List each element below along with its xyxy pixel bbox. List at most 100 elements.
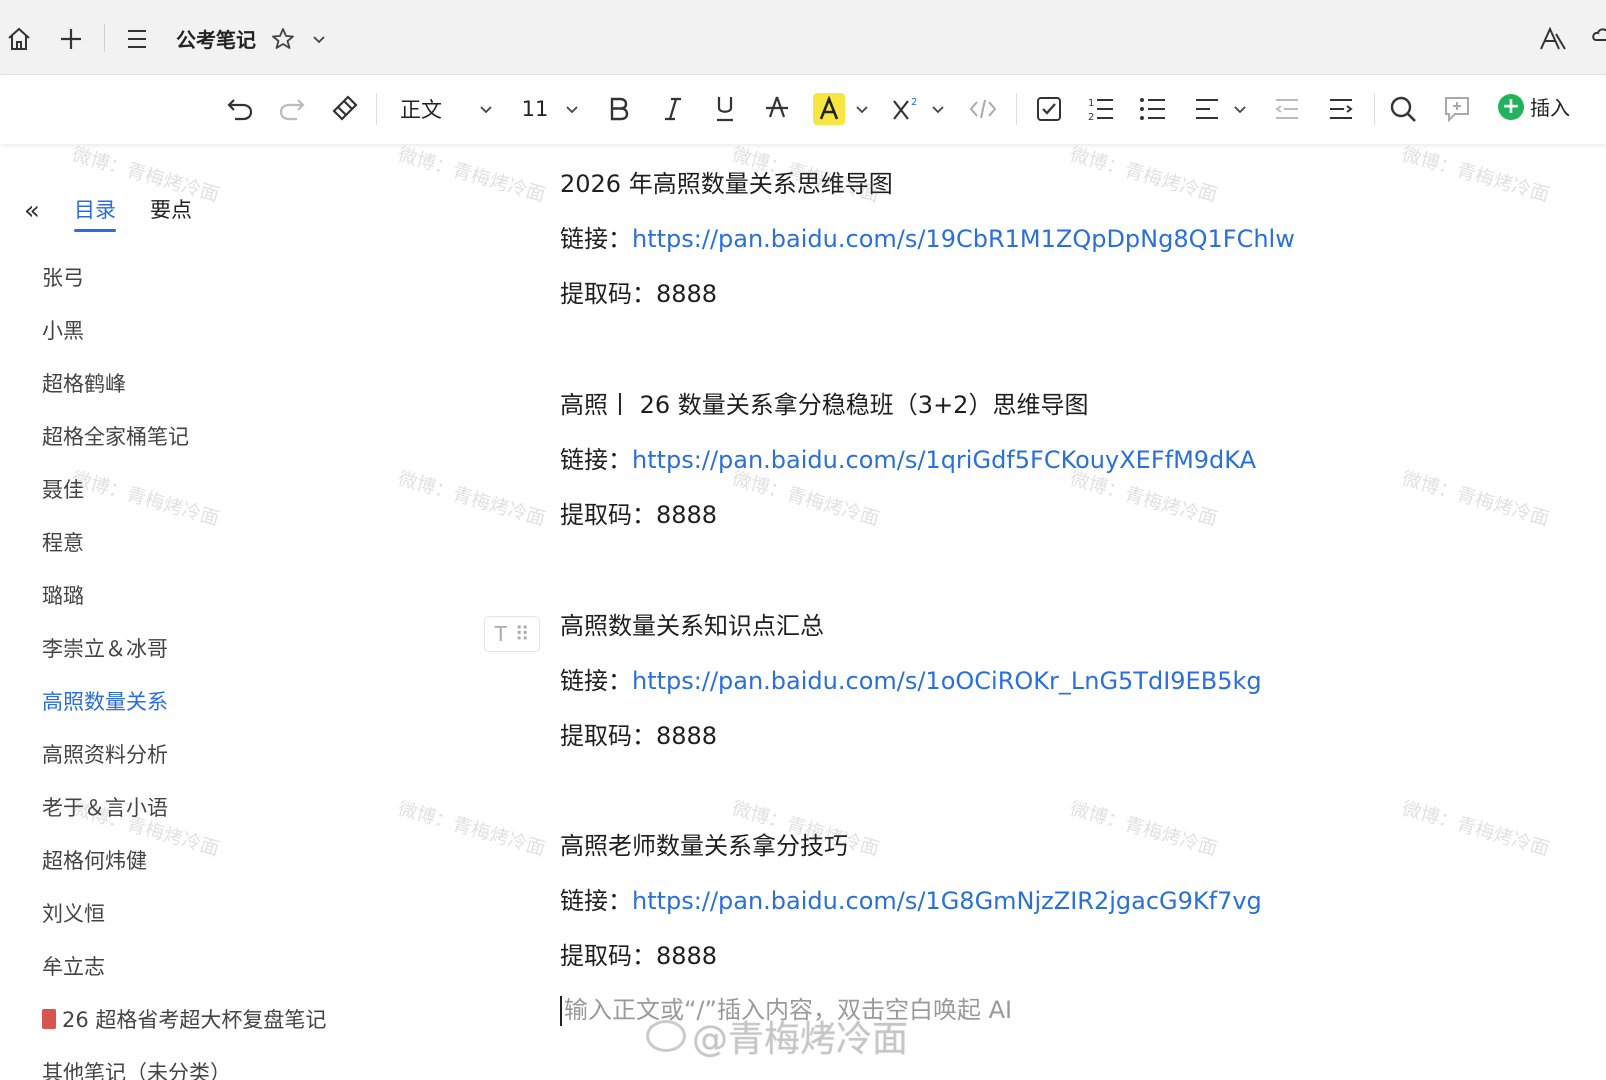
collapse-sidebar-icon[interactable]: « — [24, 196, 40, 226]
code-icon[interactable] — [968, 89, 998, 129]
body-input-placeholder[interactable]: 输入正文或“/”插入内容，双击空白唤起 AI — [560, 990, 1012, 1026]
code-line[interactable]: 提取码：8888 — [560, 936, 717, 971]
link-label: 链接： — [560, 667, 632, 695]
divider — [1374, 93, 1375, 125]
link-line[interactable]: 链接：https://pan.baidu.com/s/19CbR1M1ZQpDp… — [560, 219, 1295, 254]
redo-icon[interactable] — [276, 89, 308, 129]
chevron-down-icon[interactable] — [302, 22, 336, 56]
chevron-down-icon[interactable] — [928, 89, 948, 129]
section-heading[interactable]: 高照老师数量关系拿分技巧 — [560, 826, 848, 861]
link-line[interactable]: 链接：https://pan.baidu.com/s/1qriGdf5FCKou… — [560, 440, 1256, 475]
toc-item[interactable]: 牟立志 — [42, 939, 326, 992]
divider — [376, 93, 377, 125]
link-line[interactable]: 链接：https://pan.baidu.com/s/1G8GmNjzZIR2j… — [560, 881, 1262, 916]
watermark: 微博：青梅烤冷面 — [1399, 467, 1552, 531]
insert-button[interactable]: + 插入 — [1498, 92, 1570, 121]
chevron-down-icon[interactable] — [562, 89, 582, 129]
toc-item[interactable]: 李崇立＆冰哥 — [42, 621, 326, 674]
section-heading[interactable]: 高照数量关系知识点汇总 — [560, 606, 824, 641]
checkbox-list-icon[interactable] — [1034, 89, 1064, 129]
chevron-down-icon[interactable] — [476, 89, 496, 129]
numbered-list-icon[interactable]: 12 — [1086, 89, 1116, 129]
share-link[interactable]: https://pan.baidu.com/s/1oOCiROKr_LnG5Td… — [632, 667, 1262, 695]
share-link[interactable]: https://pan.baidu.com/s/1qriGdf5FCKouyXE… — [632, 446, 1256, 474]
outdent-icon[interactable] — [1272, 89, 1302, 129]
underline-icon[interactable] — [710, 89, 740, 129]
star-icon[interactable] — [266, 22, 300, 56]
toc-item[interactable]: 璐璐 — [42, 568, 326, 621]
bullet-list-icon[interactable] — [1138, 89, 1168, 129]
strikethrough-icon[interactable] — [762, 89, 792, 129]
menu-icon[interactable] — [120, 22, 154, 56]
extract-code: 8888 — [656, 942, 718, 970]
cloud-sync-icon[interactable] — [1584, 22, 1606, 56]
document-title[interactable]: 公考笔记 — [176, 24, 256, 53]
translate-icon[interactable] — [1536, 22, 1570, 56]
plus-icon: + — [1498, 93, 1524, 120]
extract-code: 8888 — [656, 280, 718, 308]
share-link[interactable]: https://pan.baidu.com/s/19CbR1M1ZQpDpNg8… — [632, 225, 1295, 253]
toc-item-label: 26 超格省考超大杯复盘笔记 — [62, 1007, 327, 1032]
toc-item[interactable]: 刘义恒 — [42, 886, 326, 939]
toc-item[interactable]: 超格何炜健 — [42, 833, 326, 886]
toc-item[interactable]: 小黑 — [42, 303, 326, 356]
toc-item[interactable]: 老于＆言小语 — [42, 780, 326, 833]
block-handle[interactable]: T ⠿ — [484, 616, 540, 652]
tab-key-points[interactable]: 要点 — [150, 194, 192, 224]
watermark: 微博：青梅烤冷面 — [1399, 143, 1552, 207]
toc-item[interactable]: 超格鹤峰 — [42, 356, 326, 409]
toc-item[interactable]: 26 超格省考超大杯复盘笔记 — [42, 992, 326, 1045]
divider — [104, 24, 105, 52]
text-caret — [560, 996, 562, 1026]
paragraph-style-select[interactable]: 正文 — [398, 89, 444, 129]
link-label: 链接： — [560, 887, 632, 915]
chevron-down-icon[interactable] — [1230, 89, 1250, 129]
code-label: 提取码： — [560, 280, 656, 308]
toc-item-active[interactable]: 高照数量关系 — [42, 674, 326, 727]
format-painter-icon[interactable] — [328, 89, 360, 129]
insert-label: 插入 — [1530, 96, 1570, 120]
toc-item[interactable]: 其他笔记（未分类） — [42, 1045, 326, 1080]
share-link[interactable]: https://pan.baidu.com/s/1G8GmNjzZIR2jgac… — [632, 887, 1262, 915]
new-tab-icon[interactable] — [54, 22, 88, 56]
search-icon[interactable] — [1388, 89, 1418, 129]
watermark: 微博：青梅烤冷面 — [1067, 143, 1220, 207]
drag-handle-icon[interactable]: ⠿ — [515, 622, 530, 646]
section-heading[interactable]: 高照丨 26 数量关系拿分稳稳班（3+2）思维导图 — [560, 385, 1088, 420]
section-heading[interactable]: 2026 年高照数量关系思维导图 — [560, 164, 893, 199]
align-icon[interactable] — [1192, 89, 1222, 129]
link-line[interactable]: 链接：https://pan.baidu.com/s/1oOCiROKr_LnG… — [560, 661, 1262, 696]
highlight-color-icon[interactable] — [812, 89, 846, 129]
toc-item[interactable]: 高照资料分析 — [42, 727, 326, 780]
font-size-select[interactable]: 11 — [522, 89, 549, 129]
chevron-down-icon[interactable] — [852, 89, 872, 129]
comment-icon[interactable] — [1442, 89, 1472, 129]
superscript-icon[interactable]: 2 — [890, 89, 922, 129]
toc-item[interactable]: 聂佳 — [42, 462, 326, 515]
red-book-icon — [42, 1008, 56, 1029]
bold-icon[interactable] — [604, 89, 634, 129]
code-line[interactable]: 提取码：8888 — [560, 716, 717, 751]
toc-item[interactable]: 张弓 — [42, 250, 326, 303]
undo-icon[interactable] — [224, 89, 256, 129]
tab-toc[interactable]: 目录 — [74, 194, 116, 232]
link-label: 链接： — [560, 446, 632, 474]
code-line[interactable]: 提取码：8888 — [560, 274, 717, 309]
toc-item[interactable]: 超格全家桶笔记 — [42, 409, 326, 462]
toc-list: 张弓 小黑 超格鹤峰 超格全家桶笔记 聂佳 程意 璐璐 李崇立＆冰哥 高照数量关… — [42, 250, 326, 1080]
toc-item[interactable]: 程意 — [42, 515, 326, 568]
extract-code: 8888 — [656, 722, 718, 750]
svg-text:1: 1 — [1088, 98, 1094, 109]
link-label: 链接： — [560, 225, 632, 253]
placeholder-text: 输入正文或“/”插入内容，双击空白唤起 AI — [564, 996, 1013, 1024]
outline-sidebar: « 目录 要点 张弓 小黑 超格鹤峰 超格全家桶笔记 聂佳 程意 璐璐 李崇立＆… — [0, 150, 420, 1080]
italic-icon[interactable] — [658, 89, 688, 129]
svg-text:2: 2 — [1088, 112, 1094, 123]
title-bar: 公考笔记 — [0, 0, 1606, 74]
watermark: 微博：青梅烤冷面 — [1067, 797, 1220, 861]
code-label: 提取码： — [560, 942, 656, 970]
text-type-icon: T — [494, 622, 507, 646]
home-icon[interactable] — [2, 22, 36, 56]
indent-icon[interactable] — [1326, 89, 1356, 129]
code-line[interactable]: 提取码：8888 — [560, 495, 717, 530]
